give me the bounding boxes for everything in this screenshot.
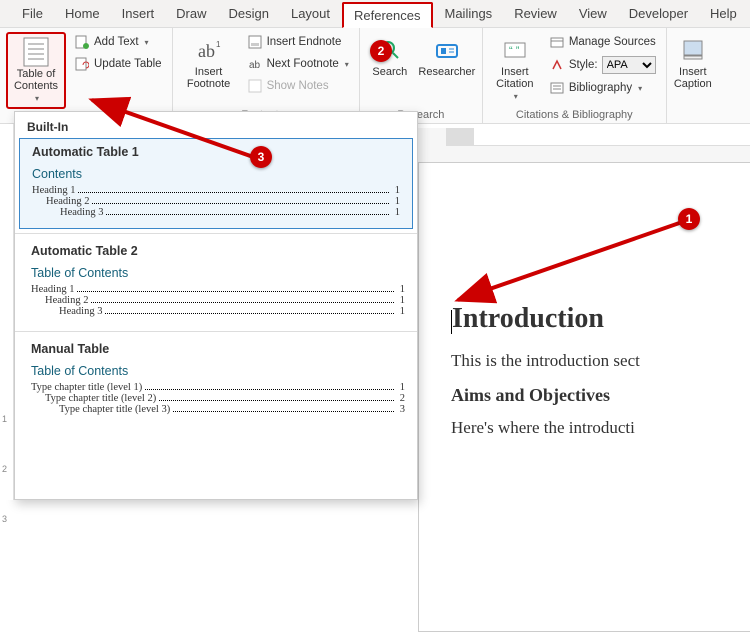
chevron-down-icon: ▾	[145, 38, 149, 47]
insert-endnote-button[interactable]: Insert Endnote	[243, 32, 353, 52]
tab-view[interactable]: View	[569, 2, 617, 25]
chevron-down-icon: ▾	[514, 92, 518, 101]
bibliography-icon	[549, 80, 565, 96]
toc-gallery-section-builtin: Built-In	[15, 112, 417, 138]
style-selector[interactable]: Style: APA	[545, 54, 660, 76]
tab-draw[interactable]: Draw	[166, 2, 216, 25]
next-footnote-button[interactable]: ab Next Footnote▾	[243, 54, 353, 74]
chevron-down-icon: ▾	[638, 84, 642, 93]
doc-heading-2: Aims and Objectives	[451, 385, 749, 406]
doc-heading-1: Introduction	[451, 303, 749, 335]
next-footnote-icon: ab	[247, 56, 263, 72]
show-notes-button: Show Notes	[243, 76, 353, 96]
tab-developer[interactable]: Developer	[619, 2, 698, 25]
group-captions: Insert Caption	[667, 28, 719, 123]
document-page[interactable]: Introduction This is the introduction se…	[418, 162, 750, 632]
chevron-down-icon: ▾	[345, 60, 349, 69]
group-table-of-contents: Table of Contents ▾ Add Text▾ Update Tab…	[0, 28, 173, 123]
svg-text:ab: ab	[249, 60, 261, 71]
citation-icon: “ ”	[501, 36, 529, 64]
chevron-down-icon: ▾	[35, 94, 39, 103]
endnote-icon	[247, 34, 263, 50]
tab-review[interactable]: Review	[504, 2, 567, 25]
show-notes-icon	[247, 78, 263, 94]
ribbon-tabs: File Home Insert Draw Design Layout Refe…	[0, 0, 750, 28]
group-footnotes: ab1 Insert Footnote Insert Endnote ab Ne…	[173, 28, 360, 123]
style-dropdown[interactable]: APA	[602, 56, 656, 74]
tab-mailings[interactable]: Mailings	[435, 2, 503, 25]
vertical-ruler: 1 2 3	[0, 124, 14, 500]
tab-file[interactable]: File	[12, 2, 53, 25]
bibliography-button[interactable]: Bibliography▾	[545, 78, 660, 98]
callout-1: 1	[678, 208, 700, 230]
update-table-button[interactable]: Update Table	[70, 54, 166, 74]
group-citations: “ ” Insert Citation▾ Manage Sources Styl…	[483, 28, 667, 123]
manage-sources-button[interactable]: Manage Sources	[545, 32, 660, 52]
svg-text:1: 1	[216, 40, 221, 49]
horizontal-ruler[interactable]	[446, 128, 750, 146]
add-text-icon	[74, 34, 90, 50]
insert-caption-button[interactable]: Insert Caption	[673, 32, 713, 94]
toc-option-automatic-2[interactable]: Automatic Table 2 Table of Contents Head…	[15, 238, 417, 327]
tab-layout[interactable]: Layout	[281, 2, 340, 25]
add-text-button[interactable]: Add Text▾	[70, 32, 166, 52]
tab-home[interactable]: Home	[55, 2, 110, 25]
doc-paragraph: Here's where the introducti	[451, 418, 749, 438]
table-of-contents-button[interactable]: Table of Contents ▾	[6, 32, 66, 109]
toc-option-manual[interactable]: Manual Table Table of Contents Type chap…	[15, 336, 417, 425]
toc-icon	[22, 38, 50, 66]
svg-text:ab: ab	[198, 41, 215, 61]
insert-citation-button[interactable]: “ ” Insert Citation▾	[489, 32, 541, 105]
researcher-button[interactable]: Researcher	[418, 32, 476, 82]
tab-help[interactable]: Help	[700, 2, 747, 25]
style-icon	[549, 57, 565, 73]
tab-references[interactable]: References	[342, 2, 432, 28]
toc-gallery-dropdown[interactable]: Built-In Automatic Table 1 Contents Head…	[14, 111, 418, 500]
callout-2: 2	[370, 40, 392, 62]
callout-3: 3	[250, 146, 272, 168]
group-label-citations: Citations & Bibliography	[489, 109, 660, 121]
toc-button-label: Table of Contents	[14, 68, 58, 92]
toc-option-automatic-1[interactable]: Automatic Table 1 Contents Heading 11 He…	[19, 138, 413, 229]
manage-sources-icon	[549, 34, 565, 50]
tab-design[interactable]: Design	[219, 2, 279, 25]
footnote-icon: ab1	[195, 36, 223, 64]
svg-text:“ ”: “ ”	[509, 45, 520, 57]
update-table-icon	[74, 56, 90, 72]
researcher-icon	[433, 36, 461, 64]
tab-insert[interactable]: Insert	[112, 2, 165, 25]
doc-paragraph: This is the introduction sect	[451, 351, 749, 371]
insert-footnote-button[interactable]: ab1 Insert Footnote	[179, 32, 239, 94]
caption-icon	[679, 36, 707, 64]
document-area: Introduction This is the introduction se…	[418, 128, 750, 500]
